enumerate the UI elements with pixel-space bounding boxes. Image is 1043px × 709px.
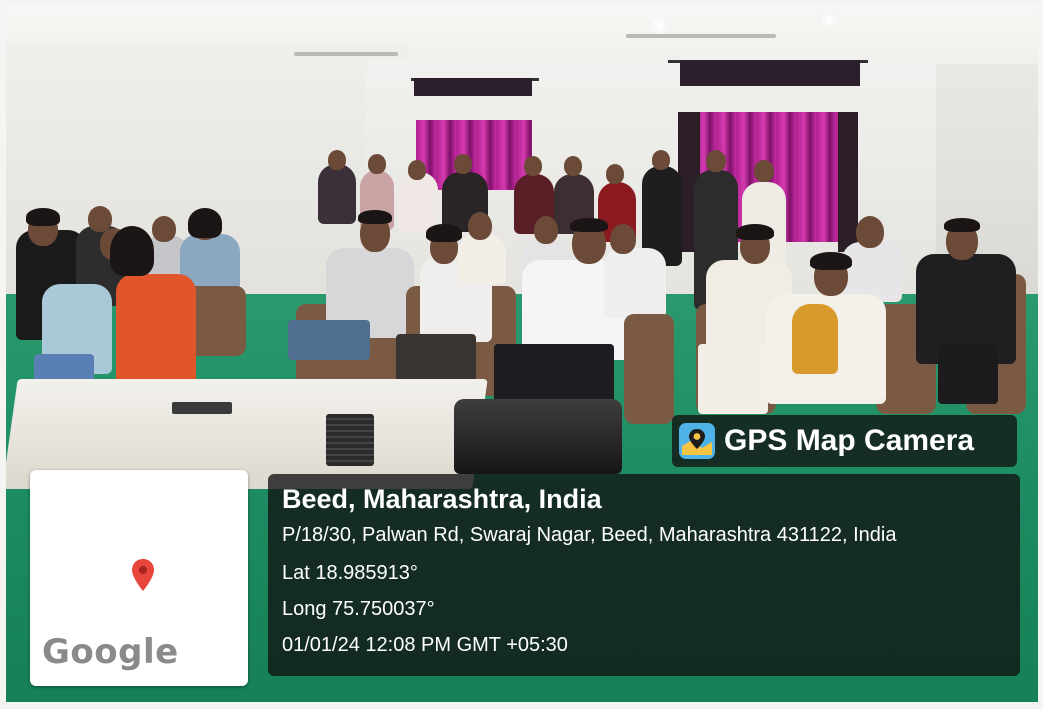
map-pin-icon: [132, 559, 154, 591]
ceiling-fan: [626, 34, 776, 38]
latitude-text: Lat 18.985913°: [282, 562, 418, 584]
projector: [454, 399, 622, 474]
mobile-phone: [172, 402, 232, 414]
gps-map-camera-icon: [679, 423, 715, 459]
app-name: GPS Map Camera: [724, 424, 975, 457]
location-title: Beed, Maharashtra, India: [282, 484, 602, 514]
keyboard: [326, 414, 374, 466]
longitude-text: Long 75.750037°: [282, 598, 435, 620]
location-info-panel: Beed, Maharashtra, India P/18/30, Palwan…: [268, 474, 1020, 676]
address-text: P/18/30, Palwan Rd, Swaraj Nagar, Beed, …: [282, 524, 897, 546]
map-thumbnail: Google: [30, 470, 248, 686]
ceiling-fan: [294, 52, 398, 56]
timestamp-text: 01/01/24 12:08 PM GMT +05:30: [282, 634, 568, 656]
ceiling-light: [818, 12, 840, 28]
curtain-valance: [414, 78, 532, 96]
google-logo: Google: [42, 632, 179, 672]
chair: [624, 314, 674, 424]
curtain-edge: [838, 112, 858, 252]
curtain-valance: [680, 60, 860, 86]
gps-map-camera-badge: GPS Map Camera: [672, 415, 1017, 467]
ceiling-light: [646, 16, 672, 36]
